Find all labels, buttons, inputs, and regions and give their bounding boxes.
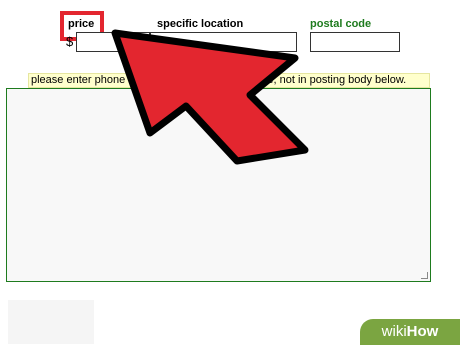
watermark-brand-bold: How xyxy=(406,323,439,340)
wikihow-watermark: wikiHow xyxy=(360,319,460,345)
pointer-arrow-icon xyxy=(111,29,309,165)
watermark-brand: wiki xyxy=(381,323,407,340)
